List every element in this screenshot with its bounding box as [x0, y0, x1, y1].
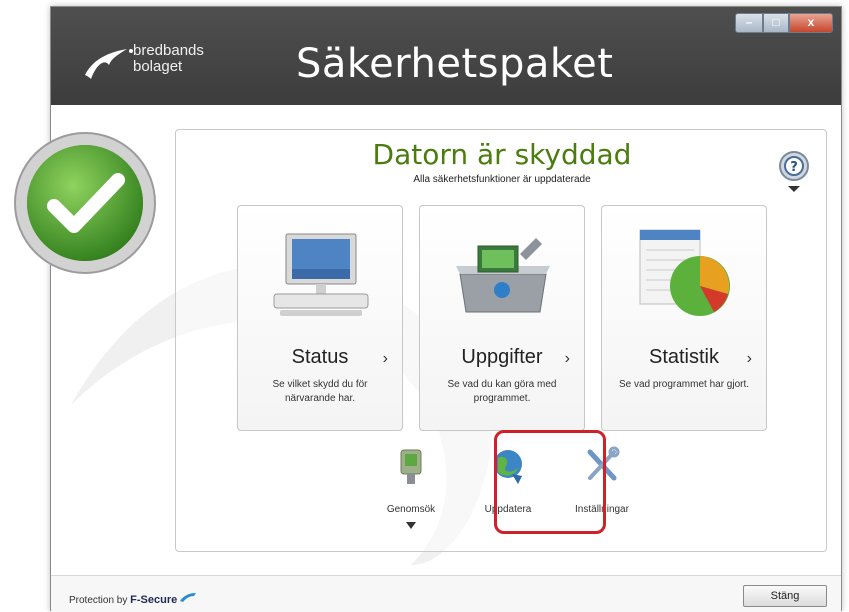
protection-brand: F-Secure [130, 594, 178, 606]
brand-line-1: bredbands [133, 42, 204, 59]
tile-statistics-desc: Se vad programmet har gjort. [618, 379, 750, 390]
tile-tasks-desc: Se vad du kan göra med programmet. [447, 379, 557, 404]
tile-status-desc: Se vilket skydd du för närvarande har. [272, 379, 368, 404]
tile-status-title: Status [291, 346, 349, 368]
close-icon: x [807, 15, 815, 29]
title-bar: – □ x bredbands bolaget Säkerhetspaket [51, 7, 841, 105]
minimize-icon: – [745, 15, 753, 29]
tile-tasks[interactable]: Uppgifter › Se vad du kan göra med progr… [419, 205, 585, 431]
highlight-outline [494, 430, 606, 534]
tile-tasks-title: Uppgifter [461, 346, 543, 368]
toolbox-icon [456, 238, 550, 313]
status-subtitle: Alla säkerhetsfunktioner är uppdaterade [413, 174, 591, 185]
protection-prefix: Protection by [69, 595, 128, 606]
chevron-down-icon [406, 522, 416, 529]
brand-logo: bredbands bolaget [81, 43, 221, 85]
checkmark-icon [14, 132, 156, 274]
close-window-button[interactable]: x [789, 13, 833, 33]
protection-logo: Protection by F-Secure [69, 591, 197, 606]
bird-logo-icon [85, 49, 133, 79]
brand-line-2: bolaget [133, 58, 183, 75]
chevron-right-icon: › [746, 350, 752, 367]
protected-status-badge [10, 128, 160, 278]
fsecure-logo-icon [180, 593, 197, 602]
close-button[interactable]: Stäng [743, 585, 827, 607]
scan-button[interactable]: Genomsök [366, 442, 456, 537]
chevron-right-icon: › [382, 350, 388, 367]
maximize-button[interactable]: □ [763, 13, 789, 33]
maximize-icon: □ [772, 15, 780, 29]
app-window: – □ x bredbands bolaget Säkerhetspaket D… [50, 6, 842, 612]
brand-name: bredbands bolaget [133, 43, 204, 75]
help-icon: ? [779, 151, 809, 192]
tile-statistics-title: Statistik [648, 346, 720, 368]
app-title: Säkerhetspaket [296, 41, 614, 87]
minimize-button[interactable]: – [735, 13, 763, 33]
pie-chart-icon [639, 229, 730, 316]
scan-label: Genomsök [386, 504, 436, 515]
scanner-icon [400, 449, 422, 484]
tile-statistics[interactable]: Statistik › Se vad programmet har gjort. [601, 205, 767, 431]
help-button[interactable]: ? [776, 150, 812, 194]
footer-bar: Protection by F-Secure Stäng [51, 575, 841, 612]
status-title: Datorn är skyddad [372, 138, 632, 171]
svg-text:?: ? [790, 160, 798, 175]
computer-monitor-icon [273, 233, 369, 316]
chevron-right-icon: › [564, 350, 570, 367]
tile-status[interactable]: Status › Se vilket skydd du för närvaran… [237, 205, 403, 431]
